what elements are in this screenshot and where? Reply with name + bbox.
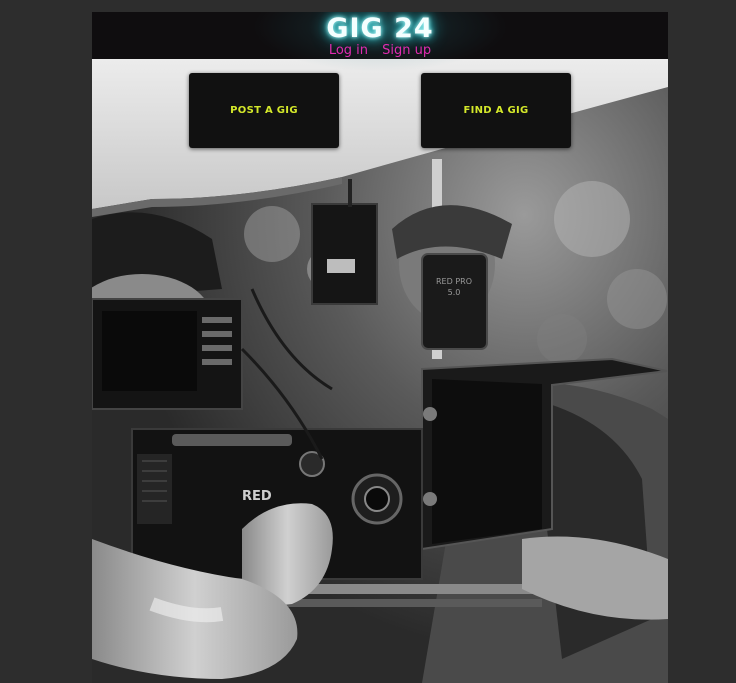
post-gig-button[interactable]: POST A GIG [189, 73, 339, 148]
login-link[interactable]: Log in [329, 43, 368, 58]
find-gig-button[interactable]: FIND A GIG [421, 73, 571, 148]
find-gig-label: FIND A GIG [463, 105, 529, 116]
signup-link[interactable]: Sign up [382, 43, 431, 58]
site-logo[interactable]: GIG 24 [92, 13, 668, 44]
evf-label: RED PRO [436, 277, 472, 286]
hero-image: RED PRO 5.0 RED [92, 59, 668, 683]
camera-brand-text: RED [242, 489, 272, 504]
camera-module [311, 203, 378, 305]
bokeh-spot [244, 206, 300, 262]
evf-label: 5.0 [448, 288, 461, 297]
landing-page: GIG 24 Log in Sign up POST A GIG FIND A … [92, 12, 668, 683]
post-gig-label: POST A GIG [230, 105, 298, 116]
camera-evf [421, 253, 488, 350]
bokeh-spot [554, 181, 630, 257]
site-header: GIG 24 Log in Sign up [92, 12, 668, 72]
bokeh-spot [537, 314, 587, 364]
auth-links: Log in Sign up [92, 43, 668, 59]
bokeh-spot [607, 269, 667, 329]
